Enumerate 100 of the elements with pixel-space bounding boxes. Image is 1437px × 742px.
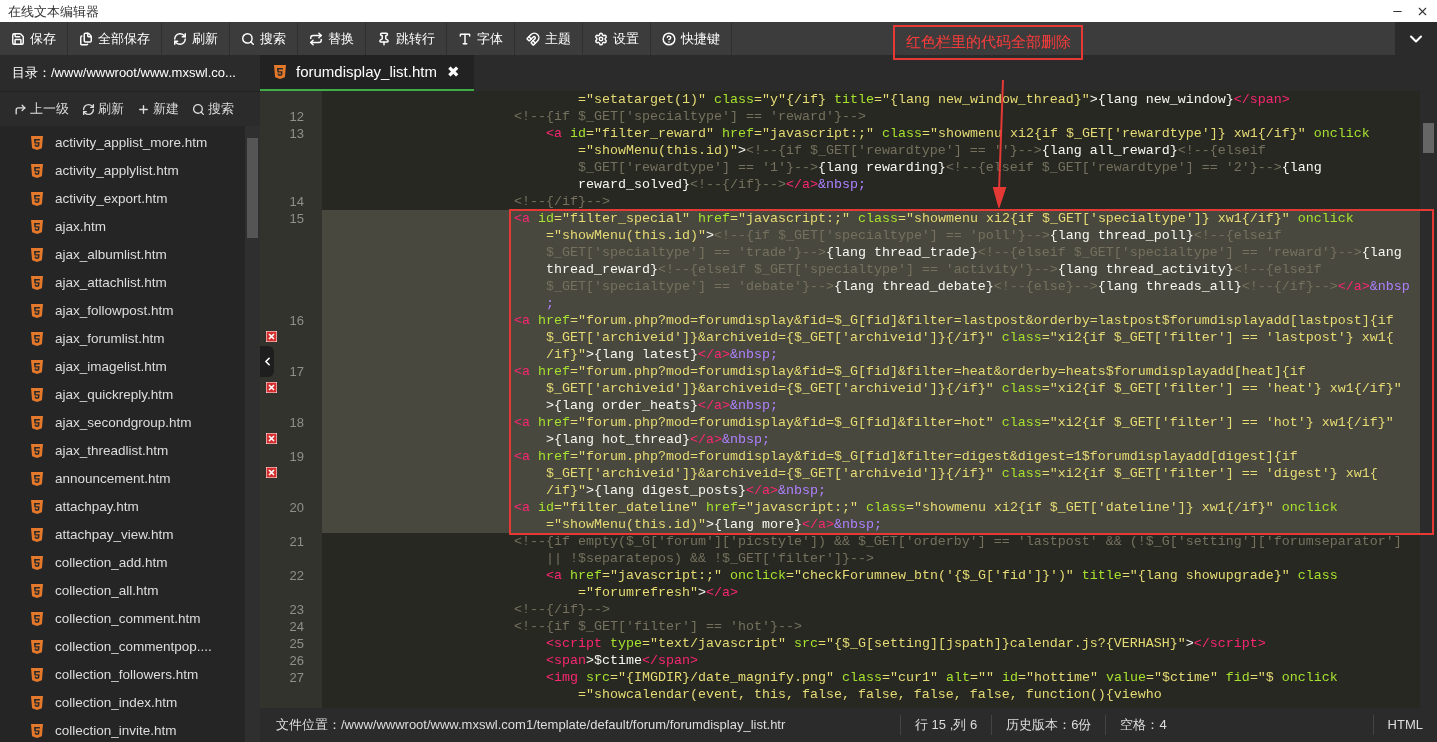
cursor-position: 行 15 ,列 6 xyxy=(900,715,992,735)
file-tab[interactable]: forumdisplay_list.htm ✖ xyxy=(260,55,474,91)
refresh-icon xyxy=(82,102,95,116)
html-file-icon xyxy=(31,612,43,626)
sidebar-action[interactable]: 新建 xyxy=(137,99,179,119)
plus-icon xyxy=(137,102,150,116)
html-file-icon xyxy=(31,500,43,514)
error-icon[interactable] xyxy=(266,433,277,444)
file-item[interactable]: ajax_followpost.htm xyxy=(0,297,245,325)
code-line: <script type="text/javascript" src="{$_G[setting][jspath]}calendar.js?{VERHASH}"></script> xyxy=(544,635,1267,652)
repeat-icon xyxy=(309,31,323,46)
file-item[interactable]: ajax_imagelist.htm xyxy=(0,353,245,381)
code-line: <span>$ctime</span> xyxy=(544,652,699,669)
code-line: ="showcalendar(event, this, false, false, false, false, function(){viewho xyxy=(576,686,1163,703)
file-item[interactable]: ajax_quickreply.htm xyxy=(0,381,245,409)
file-item[interactable]: activity_export.htm xyxy=(0,185,245,213)
file-item[interactable]: ajax.htm xyxy=(0,213,245,241)
file-item[interactable]: collection_invite.htm xyxy=(0,717,245,742)
line-number: 12 xyxy=(289,108,304,125)
help-icon xyxy=(662,31,676,46)
html-file-icon xyxy=(31,444,43,458)
history-versions: 历史版本：6份 xyxy=(991,715,1106,735)
line-number: 17 xyxy=(289,363,304,380)
code-line: <!--{if empty($_G['forum']['picstyle']) && $_GET['orderby'] == 'lastpost' && (!$_G['setting']['forumseparator'] xyxy=(512,533,1403,550)
sidebar-action[interactable]: 上一级 xyxy=(14,99,69,119)
file-item[interactable]: announcement.htm xyxy=(0,465,245,493)
line-number: 19 xyxy=(289,448,304,465)
line-number: 27 xyxy=(289,669,304,686)
file-item[interactable]: ajax_secondgroup.htm xyxy=(0,409,245,437)
refresh-icon xyxy=(173,31,187,46)
line-number: 16 xyxy=(289,312,304,329)
annotation-note: 红色栏里的代码全部删除 xyxy=(893,25,1083,60)
line-number: 23 xyxy=(289,601,304,618)
file-item[interactable]: ajax_attachlist.htm xyxy=(0,269,245,297)
file-item[interactable]: attachpay.htm xyxy=(0,493,245,521)
language-mode[interactable]: HTML xyxy=(1372,715,1437,735)
code-line: <!--{if $_GET['specialtype'] == 'reward'}--> xyxy=(512,108,867,125)
html-file-icon xyxy=(31,304,43,318)
close-tab-button[interactable]: ✖ xyxy=(446,60,460,84)
type-icon xyxy=(458,31,472,46)
html-file-icon xyxy=(31,556,43,570)
file-item[interactable]: collection_commentpop.... xyxy=(0,633,245,661)
line-number: 22 xyxy=(289,567,304,584)
code-line: <a href="javascript:;" onclick="checkForumnew_btn('{$_G['fid']}')" title="{lang showupgrade}" class xyxy=(544,567,1339,584)
file-item[interactable]: activity_applist_more.htm xyxy=(0,129,245,157)
html-file-icon xyxy=(31,724,43,738)
html-file-icon xyxy=(31,640,43,654)
html-file-icon xyxy=(31,360,43,374)
code-line: <!--{/if}--> xyxy=(512,601,611,618)
html-file-icon xyxy=(31,472,43,486)
file-item[interactable]: collection_all.htm xyxy=(0,577,245,605)
error-icon[interactable] xyxy=(266,382,277,393)
html-file-icon xyxy=(31,164,43,178)
indent-setting: 空格：4 xyxy=(1105,715,1181,735)
line-number: 25 xyxy=(289,635,304,652)
line-number: 21 xyxy=(289,533,304,550)
line-number: 18 xyxy=(289,414,304,431)
collapse-sidebar-button[interactable] xyxy=(260,346,274,377)
file-item[interactable]: ajax_albumlist.htm xyxy=(0,241,245,269)
search-icon xyxy=(241,31,255,46)
line-number: 20 xyxy=(289,499,304,516)
html-file-icon xyxy=(274,65,286,79)
directory-path: 目录：/www/wwwroot/www.mxswl.co... xyxy=(0,55,260,91)
magnet-icon xyxy=(526,31,540,46)
html-file-icon xyxy=(31,696,43,710)
scrollbar[interactable] xyxy=(245,126,260,742)
files-icon xyxy=(79,31,93,46)
line-number: 24 xyxy=(289,618,304,635)
code-line: <img src="{IMGDIR}/date_magnify.png" class="cur1" alt="" id="hottime" value="$ctime" fid="$ onclick xyxy=(544,669,1339,686)
html-file-icon xyxy=(31,276,43,290)
search-icon xyxy=(192,102,205,116)
file-item[interactable]: activity_applylist.htm xyxy=(0,157,245,185)
file-item[interactable]: attachpay_view.htm xyxy=(0,521,245,549)
file-item[interactable]: collection_add.htm xyxy=(0,549,245,577)
file-item[interactable]: ajax_threadlist.htm xyxy=(0,437,245,465)
file-item[interactable]: collection_followers.htm xyxy=(0,661,245,689)
file-item[interactable]: ajax_forumlist.htm xyxy=(0,325,245,353)
file-location: 文件位置：/www/wwwroot/www.mxswl.com1/template/default/forum/forumdisplay_list.htr xyxy=(275,716,787,735)
sidebar-action[interactable]: 刷新 xyxy=(82,99,124,119)
file-item[interactable]: collection_index.htm xyxy=(0,689,245,717)
code-line: <!--{if $_GET['filter'] == 'hot'}--> xyxy=(512,618,803,635)
html-file-icon xyxy=(31,332,43,346)
settings-icon xyxy=(594,31,608,46)
error-icon[interactable] xyxy=(266,331,277,342)
html-file-icon xyxy=(31,668,43,682)
html-file-icon xyxy=(31,220,43,234)
sidebar-action[interactable]: 搜索 xyxy=(192,99,234,119)
collapse-toolbar-button[interactable] xyxy=(1395,22,1437,55)
code-line: <!--{/if}--> xyxy=(512,193,611,210)
code-line: reward_solved}<!--{/if}--></a>&nbsp; xyxy=(576,176,867,193)
pin-icon xyxy=(377,31,391,46)
html-file-icon xyxy=(31,136,43,150)
line-number: 15 xyxy=(289,210,304,227)
file-item[interactable]: collection_comment.htm xyxy=(0,605,245,633)
line-number: 14 xyxy=(289,193,304,210)
html-file-icon xyxy=(31,388,43,402)
error-icon[interactable] xyxy=(266,467,277,478)
html-file-icon xyxy=(31,528,43,542)
window-title: 在线文本编辑器 xyxy=(8,4,99,18)
save-icon xyxy=(11,31,25,46)
